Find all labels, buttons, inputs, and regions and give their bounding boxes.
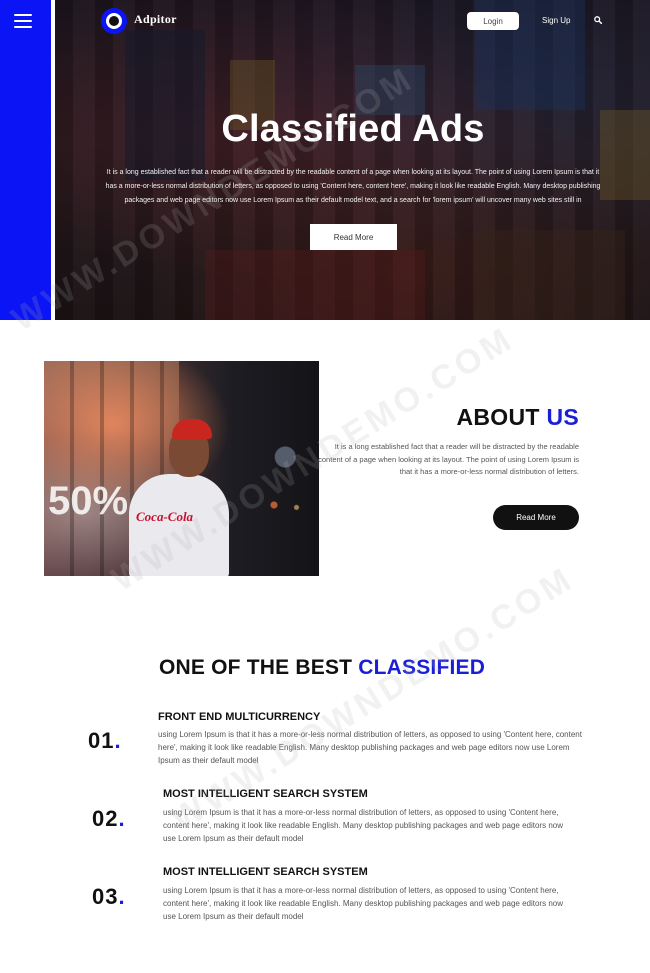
about-description: It is a long established fact that a rea… bbox=[318, 442, 579, 477]
hero-title: Classified Ads bbox=[221, 108, 485, 150]
hero-image-detail bbox=[600, 110, 650, 200]
features-title-main: ONE OF THE BEST bbox=[159, 656, 353, 679]
hero-image-detail bbox=[125, 30, 205, 180]
feature-title: FRONT END MULTICURRENCY bbox=[158, 711, 321, 723]
hero-background-image bbox=[55, 0, 650, 320]
features-title: ONE OF THE BEST CLASSIFIED bbox=[159, 656, 559, 680]
about-read-more-button[interactable]: Read More bbox=[493, 505, 579, 530]
hero-section: Adpitor Login Sign Up Classified Ads It … bbox=[0, 0, 650, 320]
login-button[interactable]: Login bbox=[467, 12, 519, 30]
person-cap bbox=[172, 419, 212, 439]
hero-read-more-button[interactable]: Read More bbox=[310, 224, 397, 250]
feature-number: 01. bbox=[88, 728, 122, 753]
feature-description: using Lorem Ipsum is that it has a more-… bbox=[163, 886, 563, 921]
sidebar-strip bbox=[0, 0, 51, 320]
feature-number: 03. bbox=[92, 884, 126, 909]
photo-sign-text: 50% bbox=[48, 479, 129, 523]
feature-description: using Lorem Ipsum is that it has a more-… bbox=[163, 808, 563, 843]
signup-link[interactable]: Sign Up bbox=[542, 16, 570, 25]
hero-description: It is a long established fact that a rea… bbox=[105, 169, 601, 204]
hero-image-detail bbox=[475, 230, 625, 320]
about-title-main: ABOUT bbox=[456, 404, 540, 430]
sidebar-divider bbox=[51, 0, 55, 320]
hero-image-detail bbox=[205, 250, 425, 320]
person-sweatshirt bbox=[129, 474, 229, 576]
hamburger-menu-icon[interactable] bbox=[14, 14, 32, 28]
brand-name[interactable]: Adpitor bbox=[134, 12, 177, 27]
about-title-accent: US bbox=[546, 404, 579, 430]
about-title: ABOUT US bbox=[380, 404, 579, 431]
feature-description: using Lorem Ipsum is that it has a more-… bbox=[158, 730, 582, 765]
about-photo: 50% Coca-Cola bbox=[44, 361, 319, 576]
logo-icon[interactable] bbox=[101, 8, 127, 34]
street-lights bbox=[244, 421, 319, 541]
feature-number: 02. bbox=[92, 806, 126, 831]
feature-title: MOST INTELLIGENT SEARCH SYSTEM bbox=[163, 788, 368, 800]
photo-shirt-text: Coca-Cola bbox=[136, 509, 194, 524]
features-title-accent: CLASSIFIED bbox=[358, 656, 486, 679]
feature-title: MOST INTELLIGENT SEARCH SYSTEM bbox=[163, 866, 368, 878]
search-icon[interactable] bbox=[594, 16, 602, 24]
